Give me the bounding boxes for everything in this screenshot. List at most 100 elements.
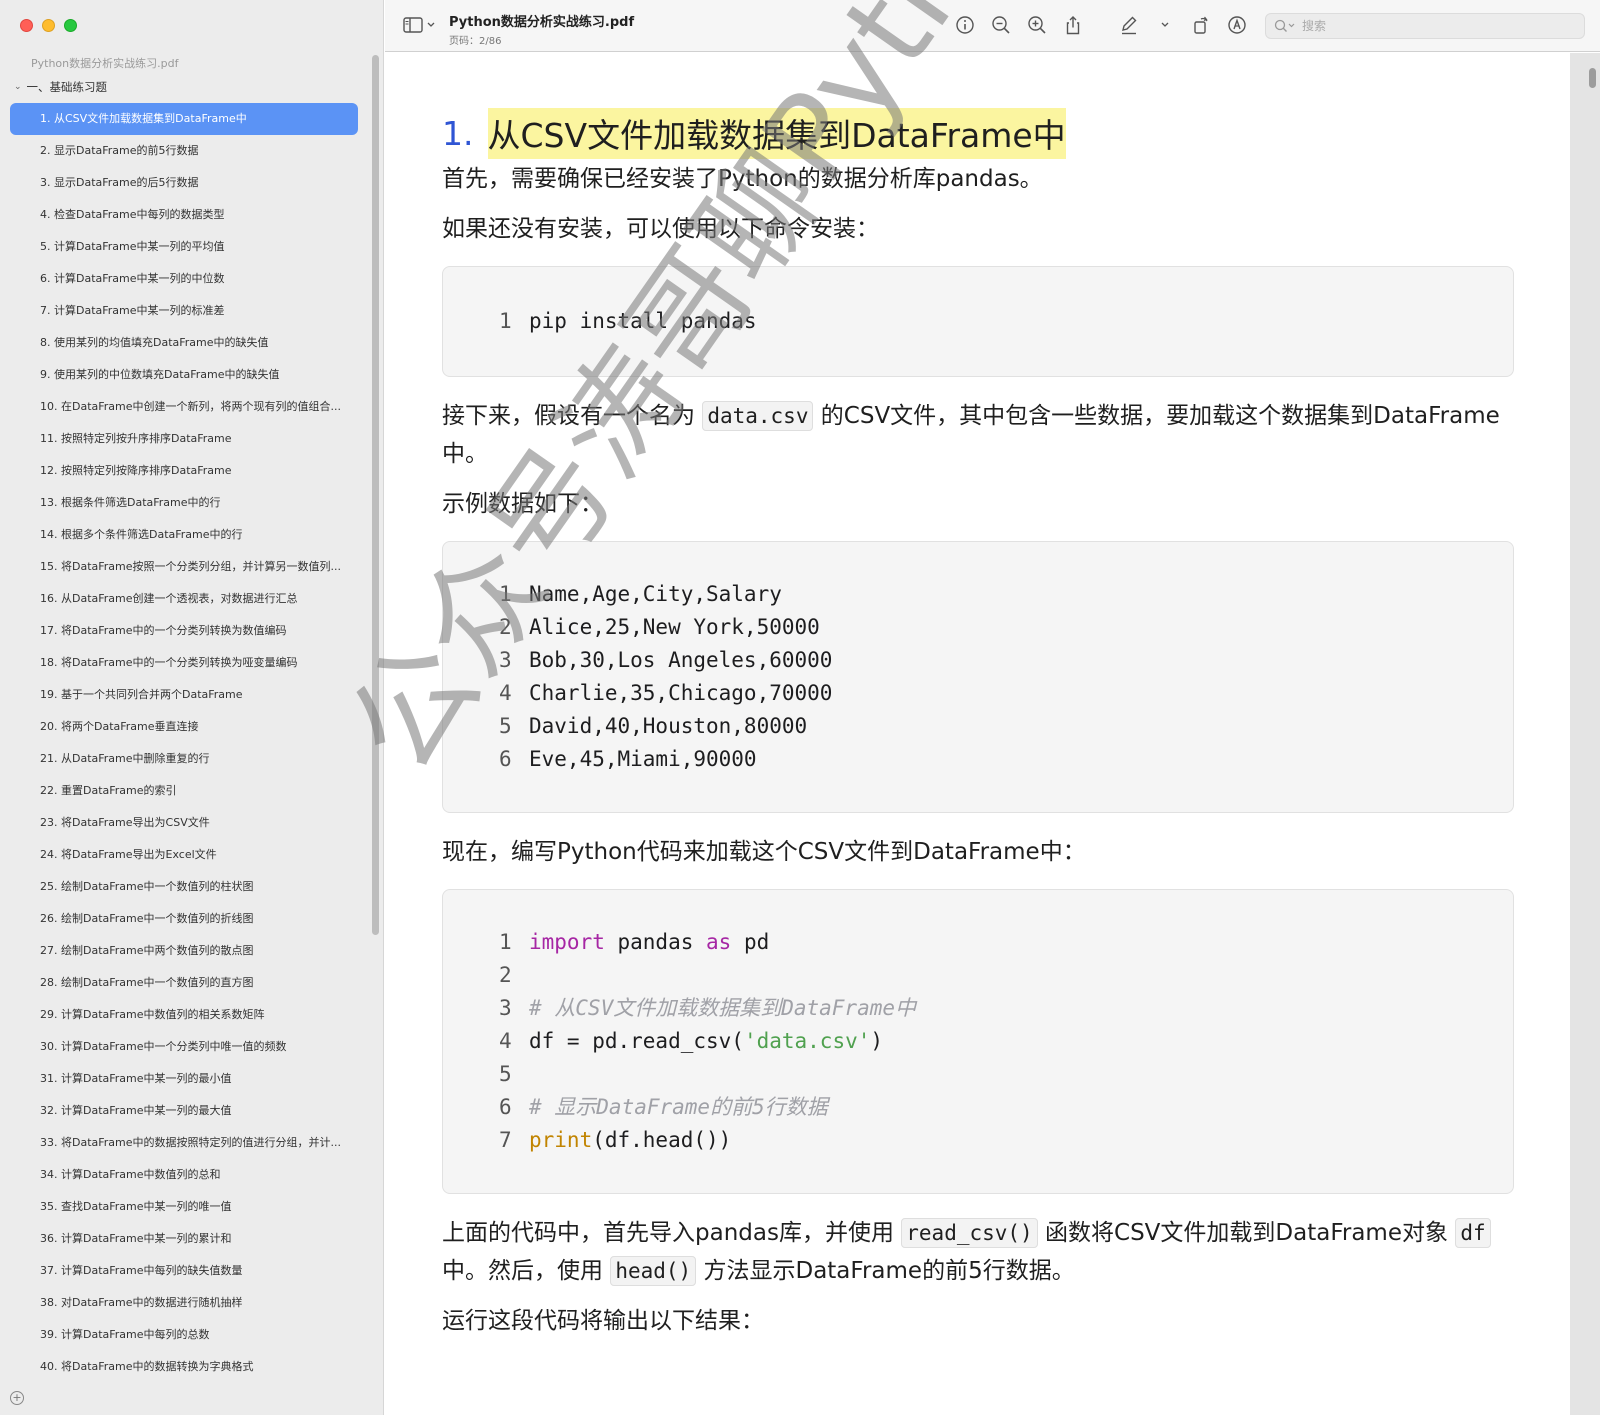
toc-item[interactable]: 13. 根据条件筛选DataFrame中的行 [10, 487, 358, 519]
zoom-out-button[interactable] [991, 15, 1011, 35]
paragraph-1: 首先，需要确保已经安装了Python的数据分析库pandas。 [442, 166, 1043, 192]
code-line: 6 Eve,45,Miami,90000 [499, 743, 1513, 776]
toolbar-icons [955, 15, 1247, 35]
line-number: 1 [499, 930, 512, 954]
markup-menu-button[interactable] [1155, 15, 1175, 35]
paragraph-4: 示例数据如下： [442, 491, 603, 517]
zoom-in-icon [1028, 16, 1046, 34]
toolbar: Python数据分析实战练习.pdf 页码：2/86 [385, 0, 1600, 52]
code-text: Name,Age,City,Salary [529, 582, 782, 606]
add-icon[interactable]: + [10, 1391, 24, 1405]
inline-code-read-csv: read_csv() [901, 1218, 1038, 1248]
line-number: 2 [499, 615, 512, 639]
annotate-button[interactable] [1227, 15, 1247, 35]
line-number: 4 [499, 1029, 512, 1053]
toc-item[interactable]: 25. 绘制DataFrame中一个数值列的柱状图 [10, 871, 358, 903]
code-line: 4 Charlie,35,Chicago,70000 [499, 677, 1513, 710]
code-text: (df.head()) [592, 1128, 732, 1152]
code-line: 2 Alice,25,New York,50000 [499, 611, 1513, 644]
toc-item[interactable]: 29. 计算DataFrame中数值列的相关系数矩阵 [10, 999, 358, 1031]
chevron-down-icon[interactable]: ⌄ [14, 82, 22, 92]
toc-item[interactable]: 1. 从CSV文件加载数据集到DataFrame中 [10, 103, 358, 135]
document-scrollbar[interactable] [1589, 68, 1596, 88]
zoom-in-button[interactable] [1027, 15, 1047, 35]
toc-item[interactable]: 20. 将两个DataFrame垂直连接 [10, 711, 358, 743]
code-block-python: 1 import pandas as pd 2 3 # 从CSV文件加载数据集到… [442, 889, 1514, 1194]
toc-item[interactable]: 22. 重置DataFrame的索引 [10, 775, 358, 807]
share-button[interactable] [1063, 15, 1083, 35]
toc-item[interactable]: 37. 计算DataFrame中每列的缺失值数量 [10, 1255, 358, 1287]
toc-item[interactable]: 19. 基于一个共同列合并两个DataFrame [10, 679, 358, 711]
close-window-button[interactable] [20, 19, 33, 32]
line-number: 7 [499, 1128, 512, 1152]
toc-item[interactable]: 4. 检查DataFrame中每列的数据类型 [10, 199, 358, 231]
toc-item[interactable]: 34. 计算DataFrame中数值列的总和 [10, 1159, 358, 1191]
toc-item[interactable]: 10. 在DataFrame中创建一个新列，将两个现有列的值组合... [10, 391, 358, 423]
inline-code-data-csv: data.csv [702, 401, 814, 431]
paragraph-6-text-a: 上面的代码中，首先导入pandas库，并使用 [442, 1220, 894, 1246]
paragraph-6-text-c: 中。然后，使用 [442, 1258, 603, 1284]
minimize-window-button[interactable] [42, 19, 55, 32]
line-number: 1 [499, 582, 512, 606]
toc-item[interactable]: 7. 计算DataFrame中某一列的标准差 [10, 295, 358, 327]
toc-item[interactable]: 14. 根据多个条件筛选DataFrame中的行 [10, 519, 358, 551]
rotate-button[interactable] [1191, 15, 1211, 35]
toc-item[interactable]: 27. 绘制DataFrame中两个数值列的散点图 [10, 935, 358, 967]
toc-section-label: 一、基础练习题 [26, 80, 108, 94]
toc-item[interactable]: 6. 计算DataFrame中某一列的中位数 [10, 263, 358, 295]
toc-item[interactable]: 39. 计算DataFrame中每列的总数 [10, 1319, 358, 1351]
sidebar: Python数据分析实战练习.pdf ⌄ 一、基础练习题 1. 从CSV文件加载… [0, 0, 384, 1415]
sidebar-scrollbar[interactable] [372, 55, 379, 935]
markup-button[interactable] [1119, 15, 1139, 35]
code-line: 1 pip install pandas [499, 305, 1513, 338]
sidebar-file-name: Python数据分析实战练习.pdf [31, 57, 179, 70]
code-line: 2 [499, 959, 1513, 992]
toc-item[interactable]: 18. 将DataFrame中的一个分类列转换为哑变量编码 [10, 647, 358, 679]
toc-item[interactable]: 21. 从DataFrame中删除重复的行 [10, 743, 358, 775]
code-keyword: as [706, 930, 732, 954]
search-icon [1274, 19, 1295, 32]
pen-icon [1122, 16, 1137, 35]
code-text: Eve,45,Miami,90000 [529, 747, 757, 771]
paragraph-6: 上面的代码中，首先导入pandas库，并使用 read_csv() 函数将CSV… [442, 1214, 1514, 1290]
toc-item[interactable]: 32. 计算DataFrame中某一列的最大值 [10, 1095, 358, 1127]
toc-item[interactable]: 12. 按照特定列按降序排序DataFrame [10, 455, 358, 487]
toc-item[interactable]: 33. 将DataFrame中的数据按照特定列的值进行分组，并计... [10, 1127, 358, 1159]
line-number: 2 [499, 963, 512, 987]
toc-item[interactable]: 31. 计算DataFrame中某一列的最小值 [10, 1063, 358, 1095]
toc-item[interactable]: 9. 使用某列的中位数填充DataFrame中的缺失值 [10, 359, 358, 391]
toc-item[interactable]: 28. 绘制DataFrame中一个数值列的直方图 [10, 967, 358, 999]
info-button[interactable] [955, 15, 975, 35]
toc-item[interactable]: 35. 查找DataFrame中某一列的唯一值 [10, 1191, 358, 1223]
toc-item[interactable]: 11. 按照特定列按升序排序DataFrame [10, 423, 358, 455]
toc-item[interactable]: 40. 将DataFrame中的数据转换为字典格式 [10, 1351, 358, 1383]
toc-item[interactable]: 16. 从DataFrame创建一个透视表，对数据进行汇总 [10, 583, 358, 615]
search-box[interactable] [1265, 13, 1585, 39]
toc-item[interactable]: 26. 绘制DataFrame中一个数值列的折线图 [10, 903, 358, 935]
window-controls [20, 19, 77, 32]
code-block-sample-data: 1 Name,Age,City,Salary 2 Alice,25,New York,… [442, 541, 1514, 813]
toc-item[interactable]: 8. 使用某列的均值填充DataFrame中的缺失值 [10, 327, 358, 359]
toc-item[interactable]: 15. 将DataFrame按照一个分类列分组，并计算另一数值列... [10, 551, 358, 583]
toc-item[interactable]: 5. 计算DataFrame中某一列的平均值 [10, 231, 358, 263]
search-input[interactable] [1302, 19, 1552, 33]
code-line: 5 [499, 1058, 1513, 1091]
maximize-window-button[interactable] [64, 19, 77, 32]
paragraph-3: 接下来，假设有一个名为 data.csv 的CSV文件，其中包含一些数据，要加载… [442, 397, 1514, 473]
share-icon [1066, 16, 1080, 35]
toc-item[interactable]: 38. 对DataFrame中的数据进行随机抽样 [10, 1287, 358, 1319]
toc-item[interactable]: 17. 将DataFrame中的一个分类列转换为数值编码 [10, 615, 358, 647]
toc-section-header[interactable]: ⌄ 一、基础练习题 [14, 79, 107, 95]
toc-item[interactable]: 2. 显示DataFrame的前5行数据 [10, 135, 358, 167]
sidebar-toggle-button[interactable] [403, 17, 435, 33]
annotate-icon [1228, 16, 1246, 34]
toc-item[interactable]: 23. 将DataFrame导出为CSV文件 [10, 807, 358, 839]
code-text: pd [731, 930, 770, 954]
line-number: 3 [499, 996, 512, 1020]
toc-item[interactable]: 24. 将DataFrame导出为Excel文件 [10, 839, 358, 871]
toc-item[interactable]: 30. 计算DataFrame中一个分类列中唯一值的频数 [10, 1031, 358, 1063]
toc-list: 1. 从CSV文件加载数据集到DataFrame中 2. 显示DataFrame的… [10, 103, 358, 1383]
paragraph-5: 现在，编写Python代码来加载这个CSV文件到DataFrame中： [442, 839, 1086, 865]
toc-item[interactable]: 3. 显示DataFrame的后5行数据 [10, 167, 358, 199]
toc-item[interactable]: 36. 计算DataFrame中某一列的累计和 [10, 1223, 358, 1255]
